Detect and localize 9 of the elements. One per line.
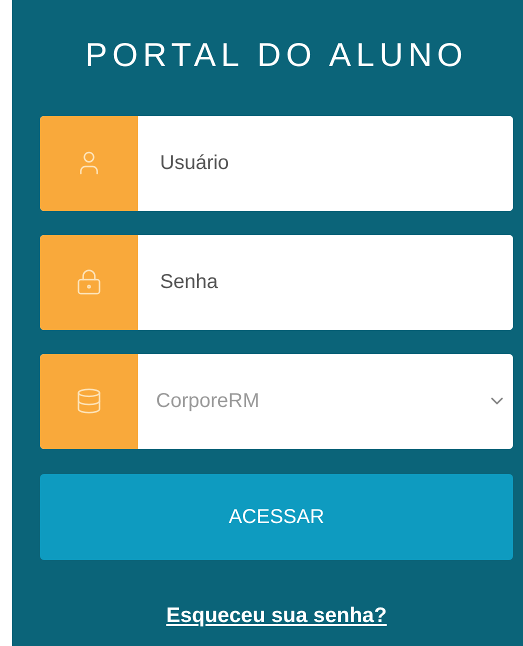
portal-title: PORTAL DO ALUNO (84, 35, 469, 75)
database-select[interactable]: CorporeRM (40, 354, 513, 448)
database-icon (75, 387, 103, 415)
input-field[interactable]: Usuário (40, 116, 513, 210)
lock-icon (75, 268, 103, 296)
select-value: CorporeRM (156, 389, 260, 414)
login-button[interactable]: ACESSAR (40, 474, 513, 560)
forgot-password-link[interactable]: Esqueceu sua senha? (166, 600, 387, 631)
input-field[interactable]: Senha (40, 234, 513, 330)
